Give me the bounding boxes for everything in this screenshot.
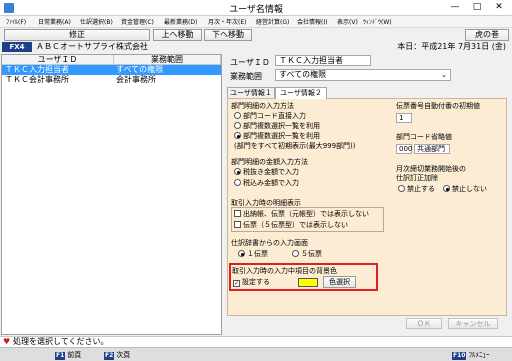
scope-label: 業務範囲 bbox=[230, 72, 262, 81]
ok-button[interactable]: ＯＫ bbox=[406, 318, 442, 329]
company-name: ＡＢＣオートサプライ株式会社 bbox=[36, 42, 148, 51]
cell-user-id: ＴＫＣ入力担当者 bbox=[5, 65, 69, 74]
tab-user-info-1[interactable]: ユーザ情報１ bbox=[227, 87, 275, 98]
chevron-down-icon: ⌄ bbox=[441, 71, 447, 79]
prev-button[interactable]: 上へ移動 bbox=[153, 29, 202, 41]
dict-opt-1[interactable]: １伝票 bbox=[238, 250, 268, 259]
scope-value: すべての権限 bbox=[279, 70, 327, 79]
radio-icon bbox=[292, 250, 299, 257]
scope-select[interactable]: すべての権限 ⌄ bbox=[275, 69, 451, 81]
title-bar: ユーザ名情報 — □ ✕ bbox=[0, 0, 512, 16]
today-date: 本日：平成21年 7月31日 (金) bbox=[397, 42, 506, 51]
user-list[interactable]: ユーザＩＤ 業務範囲 ＴＫＣ入力担当者 すべての権限 ＴＫＣ会計事務所 会計事務… bbox=[1, 54, 222, 335]
monthly-opt-allow[interactable]: 禁止しない bbox=[443, 185, 487, 194]
dept-name-field: 共通部門 bbox=[414, 144, 450, 154]
cell-user-id: ＴＫＣ会計事務所 bbox=[5, 75, 69, 84]
status-bar: ♥ 処理を選択してください。 bbox=[0, 336, 512, 347]
checkbox-icon bbox=[234, 210, 241, 217]
menu-daily[interactable]: 日常業務(A) bbox=[38, 17, 71, 26]
fix-button[interactable]: 修正 bbox=[4, 29, 150, 41]
list-row[interactable]: ＴＫＣ会計事務所 会計事務所 bbox=[2, 75, 221, 85]
f10-full-menu-button[interactable]: F10 ﾌﾙﾒﾆｭｰ bbox=[452, 350, 489, 360]
app-window: ユーザ名情報 — □ ✕ ﾌｧｲﾙ(F) 日常業務(A) 仕訳選択(B) 資金管… bbox=[0, 0, 512, 361]
minimize-button[interactable]: — bbox=[444, 0, 466, 16]
menu-bar: ﾌｧｲﾙ(F) 日常業務(A) 仕訳選択(B) 資金管理(C) 最新業務(D) … bbox=[0, 16, 512, 28]
bg-color-title: 取引入力時の入力中項目の背景色 bbox=[232, 267, 337, 275]
menu-view[interactable]: 表示(V) bbox=[337, 17, 358, 26]
cancel-button[interactable]: キャンセル bbox=[448, 318, 498, 329]
menu-funds[interactable]: 資金管理(C) bbox=[121, 17, 154, 26]
monthly-opt-prohibit[interactable]: 禁止する bbox=[398, 185, 435, 194]
list-row[interactable]: ＴＫＣ入力担当者 すべての権限 bbox=[2, 65, 221, 75]
dept-input-title: 部門明細の入力方法 bbox=[231, 102, 294, 110]
col-header-scope[interactable]: 業務範囲 bbox=[114, 55, 221, 65]
status-text: 処理を選択してください。 bbox=[13, 337, 109, 346]
voucher-field[interactable]: 1 bbox=[396, 113, 412, 123]
radio-selected-icon bbox=[443, 185, 450, 192]
menu-journal[interactable]: 仕訳選択(B) bbox=[80, 17, 113, 26]
amount-title: 部門明細の金額入力方法 bbox=[231, 158, 308, 166]
cell-scope: すべての権限 bbox=[116, 65, 164, 74]
radio-icon bbox=[234, 112, 241, 119]
radio-selected-icon bbox=[234, 132, 241, 139]
maximize-button[interactable]: □ bbox=[466, 0, 488, 16]
menu-file[interactable]: ﾌｧｲﾙ(F) bbox=[6, 17, 26, 26]
dict-title: 仕訳辞書からの入力画面 bbox=[231, 239, 308, 247]
radio-selected-icon bbox=[238, 250, 245, 257]
dept-abbr-title: 部門コード省略値 bbox=[396, 133, 452, 141]
dept-input-opt-2[interactable]: 部門複数選択一覧を利用 bbox=[234, 122, 320, 131]
radio-icon bbox=[234, 179, 241, 186]
radio-icon bbox=[234, 122, 241, 129]
amount-opt-2[interactable]: 税込み金額で入力 bbox=[234, 179, 299, 188]
menu-company[interactable]: 会社情報(I) bbox=[297, 17, 327, 26]
voucher-title: 伝票番号自動付番の初期値 bbox=[396, 102, 480, 110]
monthly-title-2: 仕訳訂正加除 bbox=[396, 174, 438, 182]
close-button[interactable]: ✕ bbox=[488, 0, 510, 16]
dept-input-opt-3[interactable]: 部門複数選択一覧を利用 bbox=[234, 132, 320, 141]
slip-opt-2[interactable]: 伝票（５伝票型）では表示しない bbox=[234, 221, 348, 230]
f2-next-page-button[interactable]: F2 次頁 bbox=[104, 350, 130, 360]
tora-button[interactable]: 虎の巻 bbox=[465, 29, 509, 41]
menu-latest[interactable]: 最新業務(D) bbox=[164, 17, 197, 26]
menu-monthly[interactable]: 月次・年次(E) bbox=[208, 17, 246, 26]
checkbox-icon bbox=[234, 221, 241, 228]
user-id-label: ユーザＩＤ bbox=[230, 58, 270, 67]
menu-window[interactable]: ｳｨﾝﾄﾞｳ(W) bbox=[363, 17, 392, 26]
dict-opt-2[interactable]: ５伝票 bbox=[292, 250, 322, 259]
f1-prev-page-button[interactable]: F1 前頁 bbox=[55, 350, 81, 360]
radio-icon bbox=[398, 185, 405, 192]
heart-icon: ♥ bbox=[3, 337, 11, 346]
checkbox-checked-icon: ✓ bbox=[233, 280, 240, 287]
cell-scope: 会計事務所 bbox=[116, 75, 156, 84]
amount-opt-1[interactable]: 税抜き金額で入力 bbox=[234, 168, 299, 177]
dept-input-note: (部門をすべて初期表示(最大999部門)) bbox=[234, 142, 356, 150]
radio-selected-icon bbox=[234, 168, 241, 175]
window-title: ユーザ名情報 bbox=[229, 5, 283, 15]
bg-color-checkbox[interactable]: ✓ 設定する bbox=[233, 278, 270, 287]
color-select-button[interactable]: 色選択 bbox=[323, 276, 356, 288]
col-header-user-id[interactable]: ユーザＩＤ bbox=[2, 55, 114, 65]
bg-color-swatch bbox=[298, 278, 318, 287]
menu-calc[interactable]: 経営計算(G) bbox=[256, 17, 289, 26]
user-id-field[interactable]: ＴＫＣ入力担当者 bbox=[275, 55, 371, 66]
dept-code-field[interactable]: 000 bbox=[396, 144, 412, 154]
slip-opt-1[interactable]: 出納帳、伝票（元帳型）では表示しない bbox=[234, 210, 369, 219]
function-key-bar: F1 前頁 F2 次頁 F10 ﾌﾙﾒﾆｭｰ bbox=[0, 347, 512, 361]
tab-user-info-2[interactable]: ユーザ情報２ bbox=[275, 87, 327, 99]
next-button[interactable]: 下へ移動 bbox=[204, 29, 252, 41]
dept-input-opt-1[interactable]: 部門コード直接入力 bbox=[234, 112, 306, 121]
fkey-badge: FX4 bbox=[2, 42, 32, 52]
